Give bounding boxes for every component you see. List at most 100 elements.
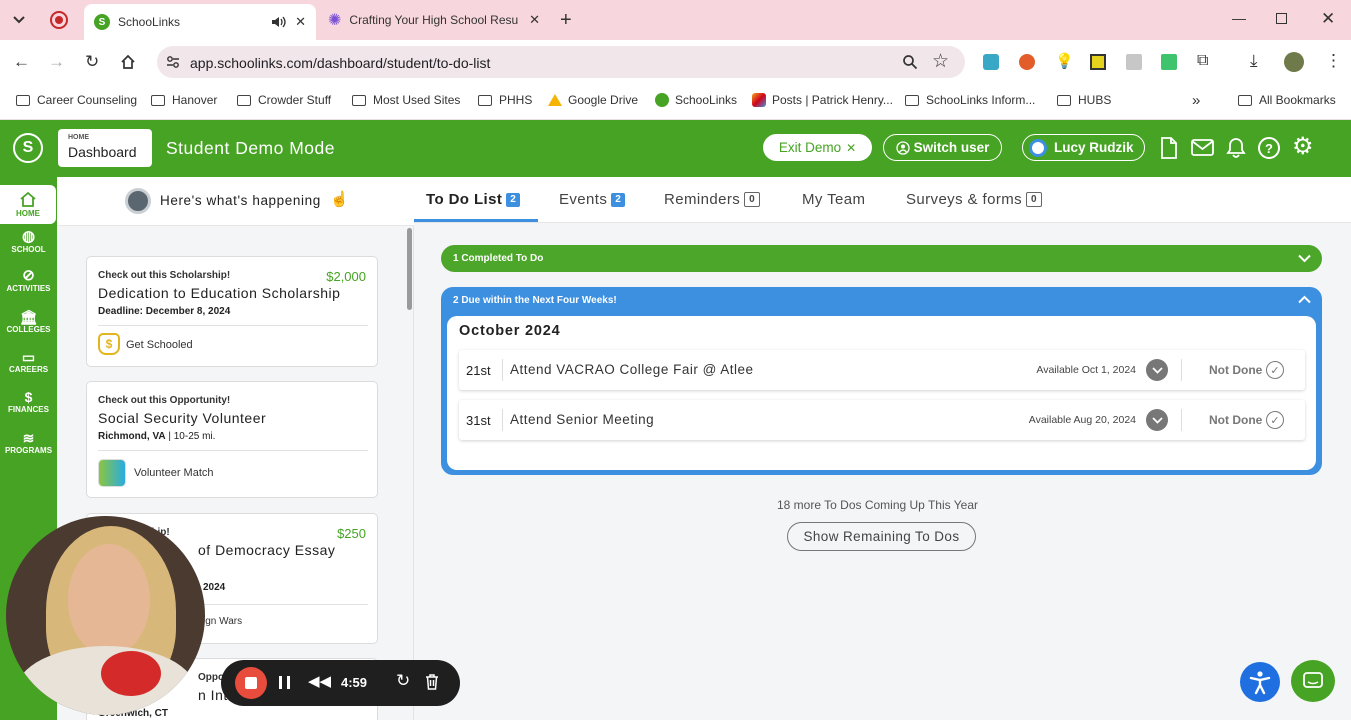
expand-chevron-icon[interactable]	[1146, 359, 1168, 381]
show-remaining-button[interactable]: Show Remaining To Dos	[787, 522, 976, 551]
user-circle-icon	[895, 140, 910, 155]
help-icon[interactable]: ?	[1258, 137, 1280, 159]
home-icon	[20, 191, 36, 207]
completed-todos-bar[interactable]: 1 Completed To Do	[441, 245, 1322, 272]
apple-icon: ◍	[21, 228, 36, 245]
demo-mode-title: Student Demo Mode	[166, 138, 336, 158]
zoom-icon[interactable]	[902, 54, 918, 70]
minimize-icon[interactable]: —	[1232, 10, 1246, 26]
folder-icon	[478, 94, 492, 106]
accessibility-button[interactable]	[1240, 662, 1280, 702]
extensions-puzzle-icon[interactable]: ⧉	[1197, 52, 1208, 70]
tab-to-do-list[interactable]: To Do List 2	[426, 191, 521, 208]
webcam-bubble[interactable]	[6, 516, 205, 715]
restore-icon[interactable]	[1276, 13, 1287, 24]
site-settings-icon[interactable]	[166, 55, 180, 69]
more-bookmarks-chevron-icon[interactable]: »	[1192, 91, 1200, 109]
feed-heading: Here's what's happening	[160, 193, 321, 208]
rewind-icon[interactable]: ◀◀	[308, 672, 331, 690]
forward-icon[interactable]: →	[48, 52, 65, 72]
settings-gear-icon[interactable]: ⚙	[1292, 133, 1314, 161]
check-circle-icon[interactable]: ✓	[1266, 361, 1284, 379]
all-bookmarks[interactable]: All Bookmarks	[1238, 91, 1336, 109]
tab-schoolinks[interactable]: S SchooLinks ✕	[84, 4, 316, 40]
trash-icon[interactable]	[425, 674, 439, 690]
folder-icon	[352, 94, 366, 106]
nav-colleges[interactable]: 🏛 COLLEGES	[0, 309, 57, 339]
chevron-up-icon[interactable]	[1298, 295, 1311, 304]
nav-home[interactable]: HOME	[0, 185, 56, 224]
bookmark-phhs[interactable]: PHHS	[478, 91, 532, 109]
nav-careers[interactable]: ▭ CAREERS	[0, 349, 57, 379]
divider	[1181, 409, 1182, 431]
download-icon[interactable]: ⤓	[1250, 51, 1258, 71]
extension-icon[interactable]	[1019, 54, 1035, 70]
tab-surveys-forms[interactable]: Surveys & forms 0	[906, 191, 1042, 208]
url-text[interactable]: app.schoolinks.com/dashboard/student/to-…	[190, 55, 490, 71]
speaker-icon[interactable]	[271, 15, 287, 29]
recording-tab-icon[interactable]	[50, 11, 68, 29]
switch-user-button[interactable]: Switch user	[883, 134, 1002, 161]
close-tab-icon[interactable]: ✕	[295, 14, 306, 30]
extension-icon[interactable]	[983, 54, 999, 70]
bookmark-schoolinks[interactable]: SchooLinks	[655, 91, 737, 109]
bookmark-google-drive[interactable]: Google Drive	[548, 91, 638, 109]
due-todos-list	[447, 316, 1316, 470]
bookmark-career-counseling[interactable]: Career Counseling	[16, 91, 137, 109]
document-icon[interactable]	[1160, 137, 1178, 159]
back-icon[interactable]: ←	[13, 52, 30, 72]
nav-finances[interactable]: $ FINANCES	[0, 389, 57, 419]
profile-avatar[interactable]	[1284, 52, 1304, 72]
stop-record-button[interactable]	[235, 667, 267, 699]
bookmark-most-used-sites[interactable]: Most Used Sites	[352, 91, 460, 109]
exit-demo-button[interactable]: Exit Demo ✕	[763, 134, 872, 161]
dashboard-button[interactable]: HOME Dashboard	[58, 129, 152, 167]
bookmark-crowder-stuff[interactable]: Crowder Stuff	[237, 91, 331, 109]
close-window-icon[interactable]: ✕	[1321, 9, 1335, 29]
divider	[98, 450, 368, 451]
opportunity-card[interactable]: Check out this Opportunity! Social Secur…	[86, 381, 378, 498]
tab-reminders[interactable]: Reminders 0	[664, 191, 761, 208]
bookmark-schoolinks-inform[interactable]: SchooLinks Inform...	[905, 91, 1035, 109]
tab-events[interactable]: Events 2	[559, 191, 626, 208]
record-timer: 4:59	[341, 675, 368, 690]
tab-my-team[interactable]: My Team	[802, 191, 865, 208]
bookmark-star-icon[interactable]: ☆	[932, 50, 949, 73]
user-avatar	[1029, 138, 1047, 157]
restart-icon[interactable]: ↻	[396, 671, 410, 691]
bookmark-hubs[interactable]: HUBS	[1057, 91, 1111, 109]
active-tab-underline	[414, 219, 538, 222]
chat-button[interactable]	[1291, 660, 1335, 702]
tab-crafting-resume[interactable]: ✺ Crafting Your High School Resu ✕	[318, 5, 550, 35]
bookmark-hanover[interactable]: Hanover	[151, 91, 217, 109]
bell-icon[interactable]	[1226, 137, 1246, 159]
bookmark-posts-patrick-henry[interactable]: Posts | Patrick Henry...	[752, 91, 893, 109]
new-tab-button[interactable]: +	[560, 9, 572, 32]
extension-icon[interactable]	[1126, 54, 1142, 70]
check-circle-icon[interactable]: ✓	[1266, 411, 1284, 429]
nav-programs[interactable]: ≋ PROGRAMS	[0, 430, 57, 460]
user-menu-button[interactable]: Lucy Rudzik	[1022, 134, 1145, 161]
tab-search-button[interactable]	[8, 10, 30, 30]
nav-activities[interactable]: ⊘ ACTIVITIES	[0, 268, 57, 298]
extension-icon[interactable]	[1090, 54, 1106, 70]
divider	[502, 409, 503, 431]
scholarship-card[interactable]: Check out this Scholarship! $2,000 Dedic…	[86, 256, 378, 367]
reload-icon[interactable]: ↻	[85, 52, 99, 72]
divider	[98, 325, 368, 326]
mail-icon[interactable]	[1191, 139, 1214, 156]
close-tab-icon[interactable]: ✕	[529, 12, 540, 28]
nav-school[interactable]: ◍ SCHOOL	[0, 229, 57, 259]
home-icon[interactable]	[120, 54, 136, 70]
extension-icon[interactable]	[1161, 54, 1177, 70]
menu-kebab-icon[interactable]: ⋮	[1325, 51, 1342, 71]
divider	[1181, 359, 1182, 381]
presenter-face	[68, 544, 150, 656]
expand-chevron-icon[interactable]	[1146, 409, 1168, 431]
bulb-extension-icon[interactable]: 💡	[1055, 52, 1074, 70]
feed-scrollbar[interactable]	[407, 228, 412, 310]
todo-row[interactable]: 31st Attend Senior Meeting Available Aug…	[459, 400, 1305, 440]
pause-icon[interactable]	[279, 676, 290, 689]
schoolinks-logo-icon[interactable]: S	[13, 133, 43, 163]
todo-row[interactable]: 21st Attend VACRAO College Fair @ Atlee …	[459, 350, 1305, 390]
